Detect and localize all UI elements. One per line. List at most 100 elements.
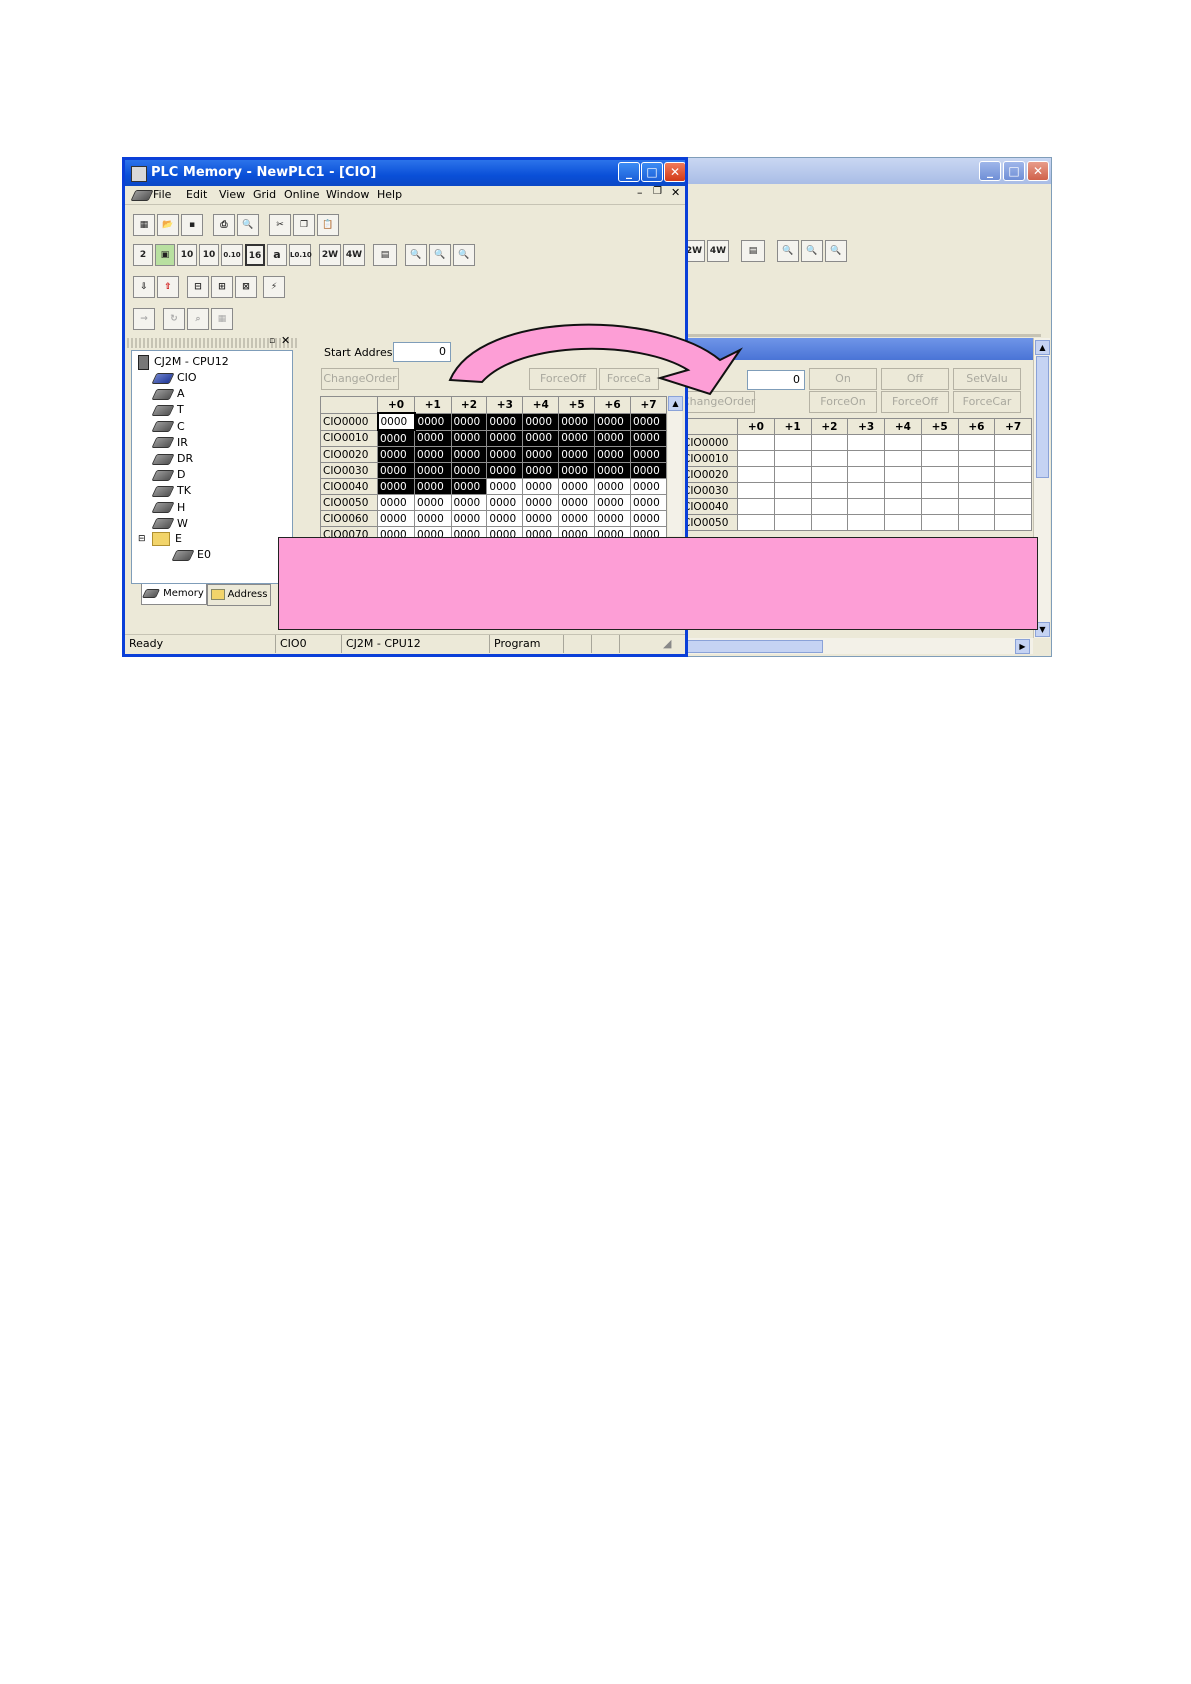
grid-cell[interactable] (847, 482, 885, 499)
grid-cell[interactable] (884, 482, 922, 499)
resize-grip-icon[interactable]: ◢ (663, 637, 671, 650)
column-header[interactable]: +2 (810, 418, 849, 435)
grid-cell[interactable]: 0000 (558, 412, 596, 431)
clear-icon[interactable]: ⊠ (235, 276, 257, 298)
grid-cell[interactable]: 0000 (630, 429, 667, 447)
binary-button[interactable]: 2 (133, 244, 153, 266)
long-float-button[interactable]: L0.10 (289, 244, 312, 266)
grid-cell[interactable]: 0000 (376, 412, 416, 431)
transfer-to-plc-icon[interactable]: ⇧ (157, 276, 179, 298)
grid-cell[interactable] (884, 514, 922, 531)
minimize-icon[interactable]: _ (979, 161, 1001, 181)
tree-item-h[interactable]: H (151, 501, 185, 514)
grid-cell[interactable] (737, 514, 775, 531)
transfer-from-plc-icon[interactable]: ⇩ (133, 276, 155, 298)
grid-cell[interactable]: 0000 (630, 462, 667, 479)
grid-cell[interactable]: 0000 (630, 494, 667, 511)
on-button[interactable]: On (809, 368, 877, 390)
grid-cell[interactable]: 0000 (522, 429, 560, 447)
grid-cell[interactable]: 0000 (486, 494, 524, 511)
tree-item-cio[interactable]: CIO (151, 371, 197, 384)
grid-cell[interactable]: 0000 (594, 478, 632, 495)
grid-cell[interactable]: 0000 (558, 510, 596, 527)
menu-file[interactable]: File (153, 188, 171, 201)
column-header[interactable]: +1 (773, 418, 812, 435)
grid-cell[interactable] (957, 482, 996, 499)
grid-cell[interactable]: 0000 (594, 510, 632, 527)
maximize-icon[interactable]: □ (1003, 161, 1025, 181)
vertical-scrollbar[interactable]: ▲ (668, 396, 683, 536)
tree-item-w[interactable]: W (151, 517, 188, 530)
tree-root[interactable]: CJ2M - CPU12 (138, 355, 229, 370)
grid-cell[interactable]: 0000 (414, 462, 452, 479)
scroll-up-icon[interactable]: ▲ (1035, 340, 1050, 355)
save-icon[interactable]: ▪ (181, 214, 203, 236)
zoom-small-icon[interactable]: 🔍 (405, 244, 427, 266)
row-address[interactable]: CIO0060 (320, 510, 378, 527)
grid-cell[interactable]: 0000 (450, 462, 488, 479)
grid-cell[interactable]: 0000 (450, 478, 488, 495)
grid-cell[interactable] (847, 450, 885, 467)
grid-cell[interactable] (737, 466, 775, 483)
tree-item-e[interactable]: E (152, 532, 182, 546)
grid-cell[interactable]: 0000 (376, 510, 416, 527)
tab-address[interactable]: Address (207, 584, 271, 606)
grid-cell[interactable] (884, 498, 922, 515)
open-icon[interactable]: 📂 (157, 214, 179, 236)
grid-cell[interactable] (994, 482, 1032, 499)
disabled-tool-2-icon[interactable]: ↻ (163, 308, 185, 330)
tab-memory[interactable]: Memory (141, 584, 207, 605)
signed-decimal-button[interactable]: 10 (199, 244, 219, 266)
grid-cell[interactable] (957, 466, 996, 483)
grid-cell[interactable] (884, 466, 922, 483)
grid-cell[interactable]: 0000 (522, 462, 560, 479)
text-button[interactable]: a (267, 244, 287, 266)
grid-cell[interactable]: 0000 (486, 510, 524, 527)
mdi-restore-icon[interactable]: ❐ (653, 186, 662, 197)
grid-cell[interactable] (847, 434, 885, 451)
grid-cell[interactable]: 0000 (450, 494, 488, 511)
grid-cell[interactable] (957, 434, 996, 451)
set-value-button[interactable]: SetValu (953, 368, 1021, 390)
pane-pin-icon[interactable]: ▫ (269, 336, 275, 346)
column-header[interactable]: +7 (994, 418, 1032, 435)
mdi-minimize-icon[interactable]: – (637, 186, 643, 199)
grid-cell[interactable]: 0000 (376, 494, 416, 511)
grid-cell[interactable]: 0000 (594, 462, 632, 479)
grid-cell[interactable] (920, 450, 959, 467)
copy-icon[interactable]: ❐ (293, 214, 315, 236)
column-header[interactable]: +5 (920, 418, 959, 435)
grid-cell[interactable]: 0000 (414, 429, 452, 447)
monitor-icon[interactable]: ⊞ (211, 276, 233, 298)
force-cancel-button[interactable]: ForceCar (953, 391, 1021, 413)
online-edit-icon[interactable]: ⚡ (263, 276, 285, 298)
grid-cell[interactable]: 0000 (486, 462, 524, 479)
grid-cell[interactable] (810, 498, 849, 515)
grid-cell[interactable]: 0000 (376, 446, 416, 463)
maximize-icon[interactable]: □ (641, 162, 663, 182)
menu-edit[interactable]: Edit (186, 188, 207, 201)
minimize-icon[interactable]: _ (618, 162, 640, 182)
decimal-button[interactable]: 10 (177, 244, 197, 266)
disabled-tool-4-icon[interactable]: ▦ (211, 308, 233, 330)
row-address[interactable]: CIO0000 (320, 412, 378, 431)
grid-cell[interactable]: 0000 (522, 494, 560, 511)
grid-cell[interactable] (957, 514, 996, 531)
grid-cell[interactable]: 0000 (450, 446, 488, 463)
grid-cell[interactable]: 0000 (630, 446, 667, 463)
grid-cell[interactable]: 0000 (594, 412, 632, 431)
row-address[interactable]: CIO0020 (681, 466, 738, 483)
grid-cell[interactable] (994, 498, 1032, 515)
grid-cell[interactable] (994, 434, 1032, 451)
grid-cell[interactable] (847, 498, 885, 515)
grid-cell[interactable] (994, 450, 1032, 467)
grid-cell[interactable]: 0000 (376, 462, 416, 479)
tree-item-ir[interactable]: IR (151, 436, 188, 449)
zoom-medium-icon[interactable]: 🔍 (801, 240, 823, 262)
zoom-large-icon[interactable]: 🔍 (453, 244, 475, 266)
grid-cell[interactable] (773, 514, 812, 531)
grid-cell[interactable]: 0000 (450, 412, 488, 431)
grid-cell[interactable]: 0000 (376, 429, 416, 447)
grid-cell[interactable] (773, 450, 812, 467)
grid-cell[interactable] (994, 514, 1032, 531)
